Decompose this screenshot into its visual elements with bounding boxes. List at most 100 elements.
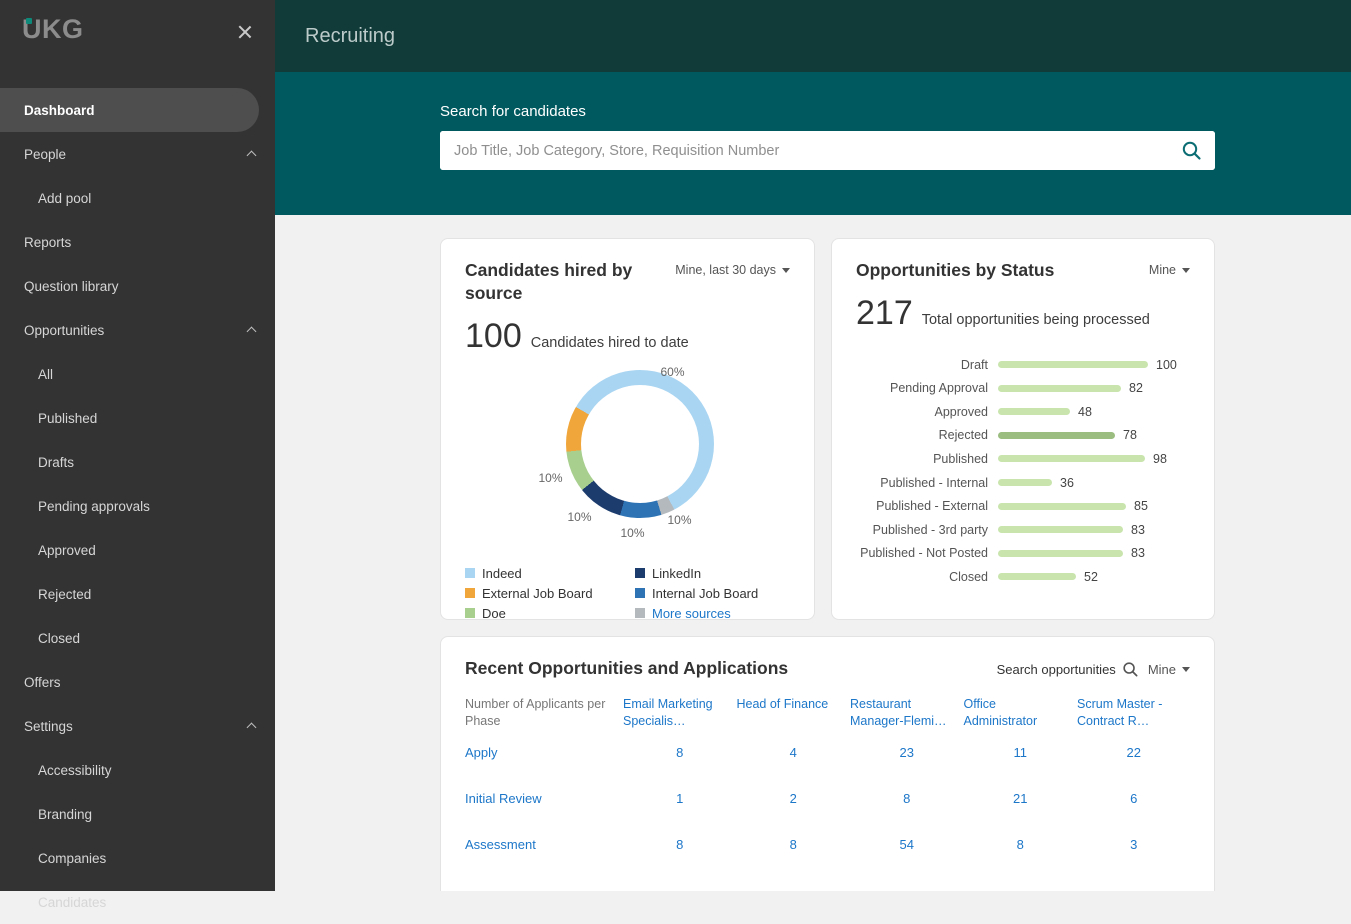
close-sidebar-button[interactable] (237, 22, 257, 42)
more-sources-link[interactable]: More sources (635, 606, 790, 621)
table-cell[interactable]: 54 (850, 822, 964, 868)
sidebar-item-settings[interactable]: Settings (0, 704, 275, 748)
status-bar (998, 526, 1123, 534)
sidebar-item-approved[interactable]: Approved (0, 528, 275, 572)
candidate-search-input[interactable] (440, 131, 1215, 170)
legend-swatch (465, 608, 475, 618)
candidates-hired-caption: Candidates hired to date (530, 334, 689, 351)
sidebar-item-closed[interactable]: Closed (0, 616, 275, 660)
sidebar-header: UKG (0, 0, 275, 88)
card-title: Opportunities by Status (856, 260, 1055, 280)
sidebar-item-label: Approved (38, 542, 96, 558)
legend-label: LinkedIn (652, 565, 702, 581)
status-label: Rejected (938, 428, 988, 443)
phase-link-assessment[interactable]: Assessment (465, 822, 623, 868)
close-icon (237, 24, 253, 40)
table-column-header[interactable]: Head of Finance (737, 696, 851, 730)
caret-down-icon (1182, 667, 1190, 672)
table-cell[interactable]: 8 (850, 776, 964, 822)
status-row-draft: Draft 100 (856, 353, 1190, 377)
sidebar-item-label: Drafts (38, 454, 75, 470)
opportunities-by-status-card: Opportunities by Status Mine 217 Total o… (831, 238, 1215, 620)
search-icon[interactable] (1181, 140, 1202, 161)
status-value: 100 (1156, 357, 1177, 372)
sidebar-item-label: Accessibility (38, 762, 112, 778)
status-row-published: Published 98 (856, 447, 1190, 471)
status-label: Pending Approval (890, 381, 988, 396)
legend-swatch (635, 588, 645, 598)
phase-link-apply[interactable]: Apply (465, 730, 623, 776)
table-cell[interactable]: 3 (1077, 822, 1191, 868)
phase-link-initial-review[interactable]: Initial Review (465, 776, 623, 822)
sidebar-item-pending-approvals[interactable]: Pending approvals (0, 484, 275, 528)
table-column-header[interactable]: Scrum Master - Contract R… (1077, 696, 1191, 730)
table-cell[interactable]: 1 (623, 776, 737, 822)
table-cell[interactable]: 6 (1077, 776, 1191, 822)
sidebar-item-branding[interactable]: Branding (0, 792, 275, 836)
status-value: 48 (1078, 404, 1092, 419)
sidebar-item-rejected[interactable]: Rejected (0, 572, 275, 616)
filter-label: Mine (1148, 263, 1176, 277)
status-bar (998, 479, 1052, 487)
recruiting-dashboard-screen: { "header": { "title": "Recruiting" }, "… (0, 0, 1351, 910)
search-banner-inner: Search for candidates (440, 72, 1215, 170)
status-label: Published - Internal (880, 475, 988, 490)
table-cell[interactable]: 4 (737, 730, 851, 776)
status-value: 52 (1084, 569, 1098, 584)
search-label: Search for candidates (440, 103, 586, 120)
sidebar-item-candidates[interactable]: Candidates (0, 880, 275, 924)
table-cell[interactable]: 2 (737, 776, 851, 822)
status-label: Published - External (876, 499, 988, 514)
sidebar-item-label: Rejected (38, 586, 92, 602)
hired-by-source-filter-dropdown[interactable]: Mine, last 30 days (675, 263, 790, 277)
status-bar-chart: Draft 100 Pending Approval 82 Approved 48 R… (856, 353, 1190, 589)
status-value: 78 (1123, 428, 1137, 443)
table-cell[interactable]: 22 (1077, 730, 1191, 776)
main-content: Candidates hired by source Mine, last 30… (275, 215, 1351, 891)
legend-swatch (635, 608, 645, 618)
legend-label: Internal Job Board (652, 585, 759, 601)
recent-filter-dropdown[interactable]: Mine (1148, 662, 1190, 677)
table-cell[interactable]: 11 (964, 730, 1078, 776)
sidebar-item-label: Candidates (38, 894, 107, 910)
table-cell[interactable]: 8 (623, 822, 737, 868)
sidebar-item-accessibility[interactable]: Accessibility (0, 748, 275, 792)
legend-swatch (465, 568, 475, 578)
sidebar-item-reports[interactable]: Reports (0, 220, 275, 264)
recent-opportunities-card: Recent Opportunities and Applications Se… (440, 636, 1215, 891)
status-label: Published - Not Posted (860, 546, 988, 561)
search-icon (1123, 662, 1138, 677)
sidebar-item-dashboard[interactable]: Dashboard (0, 88, 259, 132)
donut-percent-label: 60% (660, 364, 685, 379)
status-label: Draft (960, 357, 988, 372)
status-bar (998, 573, 1076, 581)
sidebar-item-companies[interactable]: Companies (0, 836, 275, 880)
chevron-up-icon (246, 722, 257, 733)
table-column-header[interactable]: Email Marketing Specialis… (623, 696, 737, 730)
table-cell[interactable]: 8 (737, 822, 851, 868)
donut-hole (580, 384, 699, 503)
sidebar-item-people[interactable]: People (0, 132, 275, 176)
table-cell[interactable]: 21 (964, 776, 1078, 822)
sidebar-item-add-pool[interactable]: Add pool (0, 176, 275, 220)
chevron-up-icon (246, 326, 257, 337)
table-column-header[interactable]: Office Administrator (964, 696, 1078, 730)
sidebar-item-offers[interactable]: Offers (0, 660, 275, 704)
status-filter-dropdown[interactable]: Mine (1149, 263, 1190, 277)
legend-item-linkedin: LinkedIn (635, 566, 790, 581)
table-cell[interactable]: 23 (850, 730, 964, 776)
search-opportunities-button[interactable]: Search opportunities (997, 661, 1139, 678)
card-title: Candidates hired by source (465, 260, 633, 303)
sidebar-item-drafts[interactable]: Drafts (0, 440, 275, 484)
status-value: 82 (1129, 381, 1143, 396)
sidebar-item-published[interactable]: Published (0, 396, 275, 440)
sidebar-item-all[interactable]: All (0, 352, 275, 396)
table-cell[interactable]: 8 (964, 822, 1078, 868)
donut-chart[interactable] (565, 369, 714, 518)
sidebar-item-question-library[interactable]: Question library (0, 264, 275, 308)
sidebar-item-opportunities[interactable]: Opportunities (0, 308, 275, 352)
table-cell[interactable]: 8 (623, 730, 737, 776)
table-column-header[interactable]: Restaurant Manager-Flemi… (850, 696, 964, 730)
chevron-up-icon (246, 150, 257, 161)
candidate-search-box (440, 131, 1215, 170)
